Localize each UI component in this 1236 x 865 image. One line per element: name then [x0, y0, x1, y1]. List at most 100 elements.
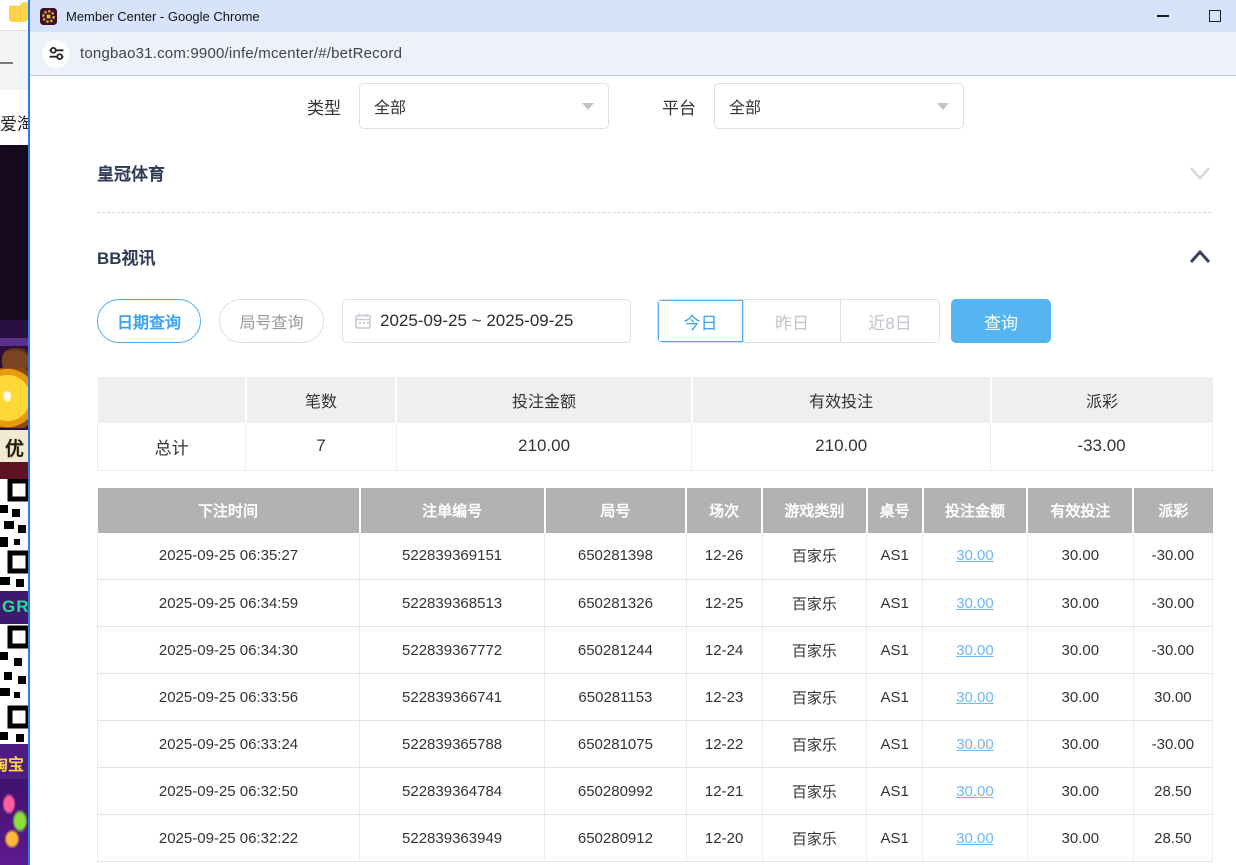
payout-cell: -30.00: [1133, 580, 1212, 627]
bet-time-cell: 2025-09-25 06:32:50: [98, 768, 360, 815]
round-id-cell: 650281326: [545, 580, 687, 627]
summary-header-count: 笔数: [246, 377, 397, 423]
summary-header-bet-amount: 投注金额: [396, 377, 691, 423]
section-crown-sports[interactable]: 皇冠体育: [97, 160, 1211, 185]
summary-total-row: 总计 7 210.00 210.00 -33.00: [98, 423, 1213, 470]
bet-amount-cell: 30.00: [923, 627, 1028, 674]
calendar-icon: [355, 313, 371, 329]
date-query-tab[interactable]: 日期查询: [97, 299, 201, 343]
section-divider: [97, 212, 1211, 213]
valid-bet-cell: 30.00: [1027, 721, 1133, 768]
filter-row: 类型 全部 平台 全部: [307, 82, 1211, 130]
minimize-dash-decor: [0, 62, 13, 64]
type-select-value: 全部: [374, 94, 406, 118]
platform-label: 平台: [662, 94, 696, 119]
site-favicon-icon: [40, 8, 57, 25]
background-text-gr: GR: [0, 591, 28, 624]
payout-cell: -30.00: [1133, 627, 1212, 674]
last-8-days-button[interactable]: 近8日: [840, 300, 939, 342]
type-label: 类型: [307, 94, 341, 119]
bet-amount-cell: 30.00: [923, 815, 1028, 862]
sparkle-graphic: [2, 390, 12, 400]
bet-amount-link[interactable]: 30.00: [956, 689, 994, 706]
table-row: 2025-09-25 06:32:50522839364784650280992…: [98, 768, 1213, 815]
bet-time-cell: 2025-09-25 06:33:56: [98, 674, 360, 721]
header-game-type: 游戏类别: [762, 488, 867, 533]
ticket-id-cell: 522839367772: [360, 627, 545, 674]
round-id-cell: 650280912: [545, 815, 687, 862]
session-cell: 12-23: [686, 674, 762, 721]
round-id-cell: 650281244: [545, 627, 687, 674]
bet-time-cell: 2025-09-25 06:34:30: [98, 627, 360, 674]
header-session: 场次: [686, 488, 762, 533]
type-select[interactable]: 全部: [359, 83, 609, 129]
bet-amount-link[interactable]: 30.00: [956, 736, 994, 753]
bet-amount-link[interactable]: 30.00: [956, 830, 994, 847]
summary-bet-amount-value: 210.00: [396, 423, 691, 470]
folder-icon: [9, 2, 28, 22]
search-button[interactable]: 查询: [951, 299, 1051, 343]
summary-valid-bet-value: 210.00: [692, 423, 991, 470]
header-valid-bet: 有效投注: [1027, 488, 1133, 533]
ticket-id-cell: 522839363949: [360, 815, 545, 862]
address-bar[interactable]: tongbao31.com:9900/infe/mcenter/#/betRec…: [30, 32, 1236, 76]
summary-header-empty: [98, 377, 246, 423]
maximize-button[interactable]: [1200, 1, 1230, 31]
payout-cell: -30.00: [1133, 721, 1212, 768]
header-bet-time: 下注时间: [98, 488, 360, 533]
round-query-tab[interactable]: 局号查询: [219, 299, 324, 343]
table-no-cell: AS1: [867, 815, 923, 862]
background-window-top: [0, 0, 28, 30]
bet-amount-cell: 30.00: [923, 674, 1028, 721]
summary-header-row: 笔数 投注金额 有效投注 派彩: [98, 377, 1213, 423]
round-id-cell: 650280992: [545, 768, 687, 815]
header-payout: 派彩: [1133, 488, 1212, 533]
section-bb-video[interactable]: BB视讯: [97, 244, 1211, 269]
yesterday-button[interactable]: 昨日: [743, 300, 840, 342]
background-window-bar: [0, 30, 28, 90]
bet-amount-link[interactable]: 30.00: [956, 547, 994, 564]
valid-bet-cell: 30.00: [1027, 533, 1133, 580]
today-button[interactable]: 今日: [658, 300, 743, 342]
session-cell: 12-26: [686, 533, 762, 580]
bet-amount-link[interactable]: 30.00: [956, 783, 994, 800]
valid-bet-cell: 30.00: [1027, 815, 1133, 862]
bet-amount-link[interactable]: 30.00: [956, 642, 994, 659]
figure-graphic: [4, 829, 20, 849]
minimize-button[interactable]: [1148, 1, 1178, 31]
valid-bet-cell: 30.00: [1027, 674, 1133, 721]
valid-bet-cell: 30.00: [1027, 768, 1133, 815]
game-type-cell: 百家乐: [762, 721, 867, 768]
bet-amount-link[interactable]: 30.00: [956, 595, 994, 612]
payout-cell: 28.50: [1133, 815, 1212, 862]
ticket-id-cell: 522839365788: [360, 721, 545, 768]
background-figures-banner: [0, 779, 28, 865]
summary-payout-value: -33.00: [991, 423, 1213, 470]
header-bet-amount: 投注金额: [923, 488, 1028, 533]
site-settings-icon[interactable]: [42, 40, 70, 68]
ticket-id-cell: 522839369151: [360, 533, 545, 580]
chrome-window: Member Center - Google Chrome tongbao31.…: [28, 0, 1236, 865]
maximize-icon: [1209, 10, 1221, 22]
platform-select-value: 全部: [729, 94, 761, 118]
bet-time-cell: 2025-09-25 06:34:59: [98, 580, 360, 627]
platform-select[interactable]: 全部: [714, 83, 964, 129]
table-row: 2025-09-25 06:34:30522839367772650281244…: [98, 627, 1213, 674]
background-dark-panel: [0, 145, 28, 320]
section-title-crown-sports: 皇冠体育: [97, 160, 165, 185]
chevron-down-icon[interactable]: [1189, 166, 1211, 180]
round-id-cell: 650281153: [545, 674, 687, 721]
game-type-cell: 百家乐: [762, 627, 867, 674]
taobao-label: 淘宝: [0, 751, 24, 775]
purple-band: [0, 338, 28, 346]
ticket-id-cell: 522839368513: [360, 580, 545, 627]
session-cell: 12-21: [686, 768, 762, 815]
payout-cell: 28.50: [1133, 768, 1212, 815]
summary-header-payout: 派彩: [991, 377, 1213, 423]
chevron-down-icon: [937, 103, 949, 110]
table-no-cell: AS1: [867, 768, 923, 815]
chevron-up-icon[interactable]: [1189, 250, 1211, 264]
date-range-input[interactable]: 2025-09-25 ~ 2025-09-25: [342, 299, 631, 343]
date-range-value: 2025-09-25 ~ 2025-09-25: [380, 311, 573, 331]
table-row: 2025-09-25 06:35:27522839369151650281398…: [98, 533, 1213, 580]
